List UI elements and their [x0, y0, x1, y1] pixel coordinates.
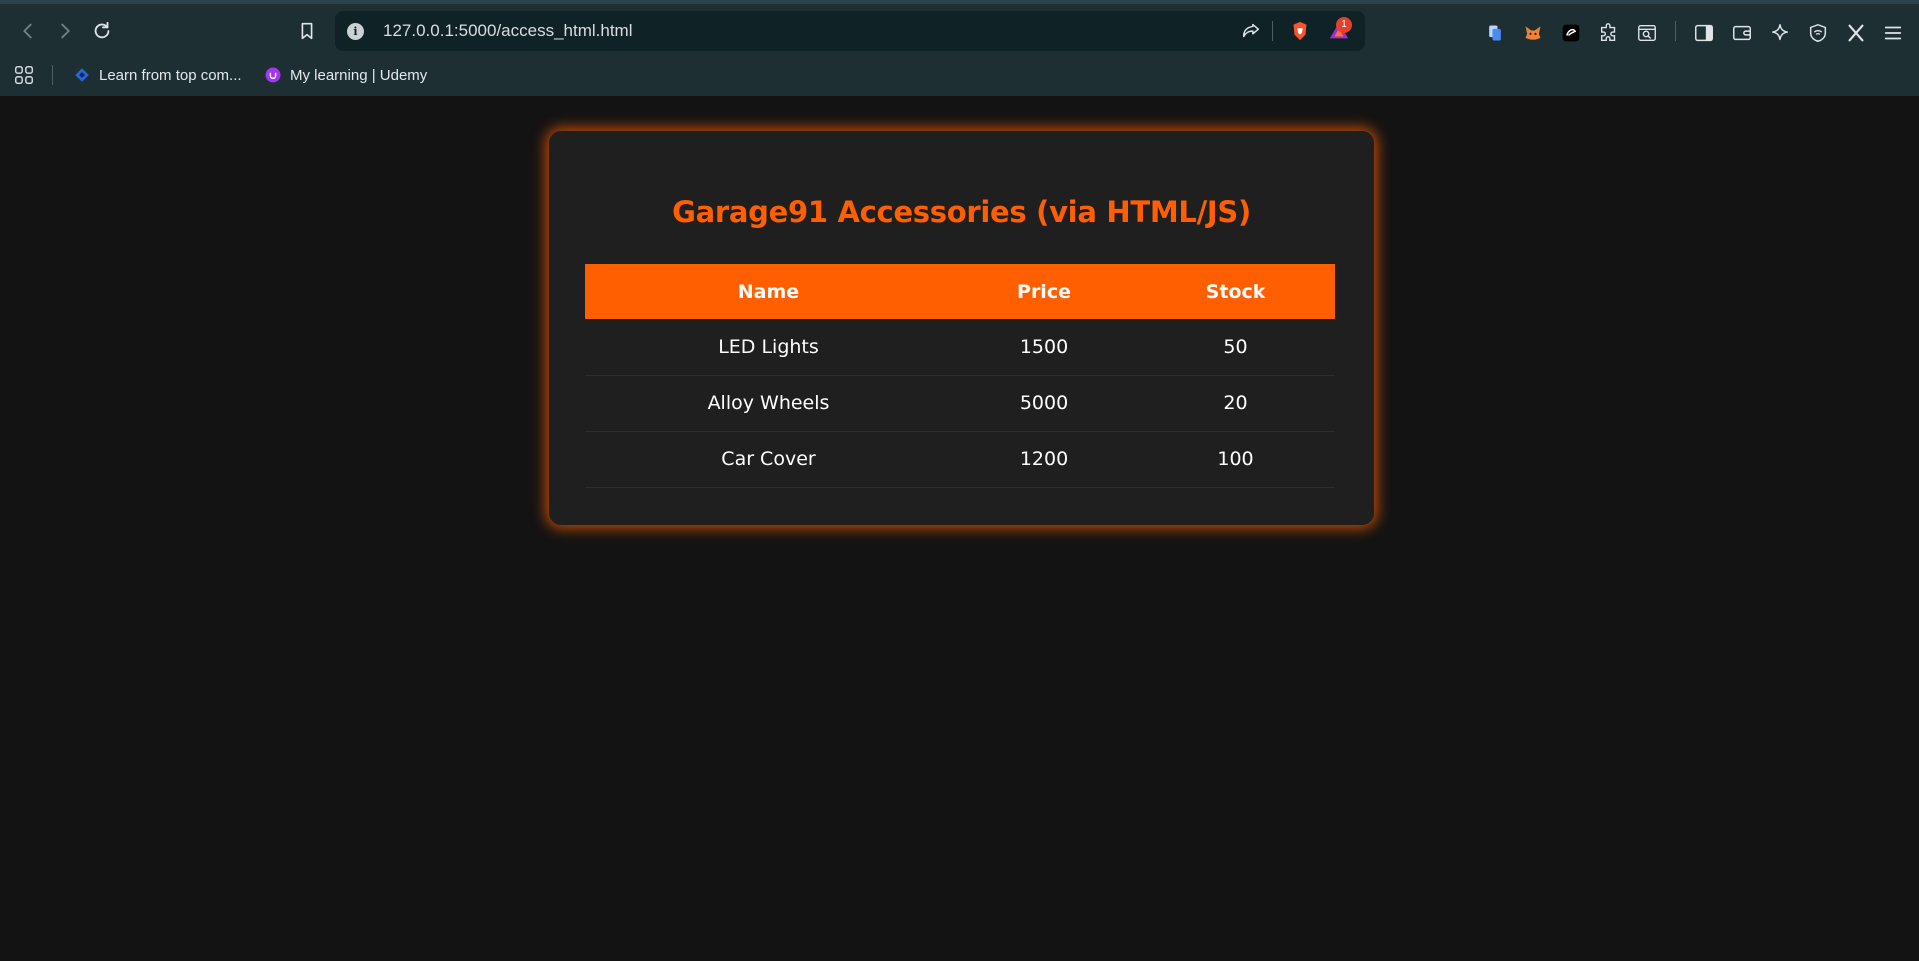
- bookmark-button[interactable]: [292, 16, 322, 46]
- back-button[interactable]: [13, 16, 43, 46]
- wallet-icon: [1733, 25, 1751, 41]
- puzzle-icon: [1600, 23, 1616, 42]
- leo-ai-button[interactable]: [1768, 21, 1792, 45]
- cell-name: Alloy Wheels: [585, 375, 952, 432]
- extension-ai-button[interactable]: [1559, 21, 1583, 45]
- notification-badge: 1: [1336, 17, 1352, 33]
- share-button[interactable]: [1239, 19, 1263, 43]
- apps-grid-icon: [15, 66, 33, 84]
- bookmark-label: Learn from top com...: [99, 66, 242, 84]
- column-header-name: Name: [585, 264, 952, 319]
- bookmarks-bar: Learn from top com... My learning | Udem…: [0, 54, 1919, 96]
- brave-shields-button[interactable]: [1288, 19, 1312, 43]
- table-row: LED Lights 1500 50: [585, 319, 1335, 376]
- udemy-logo-icon: [264, 66, 282, 84]
- column-header-stock: Stock: [1136, 264, 1335, 319]
- reload-button[interactable]: [87, 16, 117, 46]
- cell-stock: 100: [1136, 431, 1335, 488]
- ai-extension-icon: [1562, 24, 1580, 42]
- chevron-left-icon: [23, 23, 32, 39]
- cell-price: 5000: [952, 375, 1136, 432]
- files-icon: [1489, 25, 1501, 41]
- bookmarks-divider: [52, 65, 53, 85]
- share-icon: [1242, 23, 1260, 38]
- forward-button[interactable]: [50, 16, 80, 46]
- x-tool-icon: [1848, 24, 1864, 42]
- browser-chrome: i 127.0.0.1:5000/access_html.html 1 Lear…: [0, 0, 1919, 96]
- url-text[interactable]: 127.0.0.1:5000/access_html.html: [383, 21, 632, 41]
- sparkle-icon: [1771, 24, 1789, 41]
- page-title: Garage91 Accessories (via HTML/JS): [672, 195, 1251, 229]
- extension-search-button[interactable]: [1635, 21, 1659, 45]
- cell-stock: 20: [1136, 375, 1335, 432]
- accessories-table: Name Price Stock LED Lights 1500 50 Allo…: [585, 264, 1335, 488]
- info-icon[interactable]: i: [347, 23, 364, 40]
- sidebar-toggle-button[interactable]: [1692, 21, 1716, 45]
- toolbar-divider: [1675, 21, 1676, 41]
- window-search-icon: [1638, 24, 1656, 42]
- wallet-button[interactable]: [1730, 21, 1754, 45]
- chevron-right-icon: [61, 23, 70, 39]
- urlbar-divider: [1272, 21, 1273, 41]
- cell-stock: 50: [1136, 319, 1335, 376]
- shield-wifi-icon: [1809, 23, 1827, 43]
- vpn-button[interactable]: [1806, 21, 1830, 45]
- accessories-card: Garage91 Accessories (via HTML/JS) Name …: [549, 131, 1374, 525]
- cell-name: Car Cover: [585, 431, 952, 488]
- table-header-row: Name Price Stock: [585, 264, 1335, 319]
- bookmark-label: My learning | Udemy: [290, 66, 428, 84]
- bookmark-icon: [301, 22, 313, 40]
- extension-metamask-button[interactable]: [1521, 21, 1545, 45]
- bookmark-item-learn[interactable]: Learn from top com...: [73, 63, 242, 87]
- main-menu-button[interactable]: [1881, 21, 1905, 45]
- cell-price: 1200: [952, 431, 1136, 488]
- column-header-price: Price: [952, 264, 1136, 319]
- extensions-button[interactable]: [1597, 21, 1621, 45]
- brave-lion-icon: [1293, 21, 1307, 41]
- table-row: Alloy Wheels 5000 20: [585, 375, 1335, 432]
- hamburger-menu-icon: [1884, 26, 1902, 40]
- extension-x-button[interactable]: [1844, 21, 1868, 45]
- sidebar-icon: [1695, 24, 1713, 42]
- apps-button[interactable]: [13, 63, 35, 87]
- table-row: Car Cover 1200 100: [585, 431, 1335, 488]
- cell-name: LED Lights: [585, 319, 952, 376]
- reload-icon: [94, 21, 110, 39]
- fox-icon: [1525, 26, 1541, 40]
- diamond-logo-icon: [73, 66, 91, 84]
- extension-files-button[interactable]: [1483, 21, 1507, 45]
- cell-price: 1500: [952, 319, 1136, 376]
- browser-toolbar: i 127.0.0.1:5000/access_html.html 1: [0, 8, 1919, 54]
- address-bar[interactable]: i 127.0.0.1:5000/access_html.html: [335, 11, 1365, 51]
- bookmark-item-udemy[interactable]: My learning | Udemy: [264, 63, 427, 87]
